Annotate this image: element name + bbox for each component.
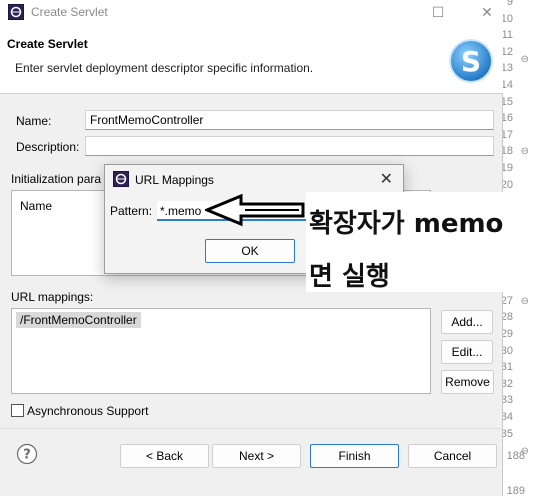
eclipse-app-icon <box>8 4 24 20</box>
wizard-description: Enter servlet deployment descriptor spec… <box>15 61 314 75</box>
name-field[interactable]: FrontMemoController <box>85 110 494 130</box>
line-number: 11 <box>503 29 513 42</box>
list-item[interactable]: /FrontMemoController <box>16 312 141 328</box>
edit-button[interactable]: Edit... <box>441 340 493 364</box>
line-number: 9 <box>506 0 513 8</box>
line-number: 28 <box>503 311 513 324</box>
eclipse-app-icon <box>113 171 129 187</box>
line-number: 20 <box>503 178 513 191</box>
back-button[interactable]: < Back <box>120 444 209 468</box>
line-number: 35 <box>503 427 513 440</box>
next-button[interactable]: Next > <box>212 444 301 468</box>
line-number: 17 <box>503 128 513 141</box>
line-number: 18 <box>503 145 513 158</box>
arrow-left-icon <box>205 193 305 227</box>
line-number: 10 <box>503 12 513 25</box>
line-number: 14 <box>503 79 513 91</box>
wizard-header: Create Servlet Enter servlet deployment … <box>0 24 503 94</box>
line-number: 31 <box>503 361 513 374</box>
line-number: 29 <box>503 328 513 340</box>
servlet-logo-icon: S <box>449 39 493 83</box>
line-number: 34 <box>503 411 513 423</box>
async-support-checkbox[interactable] <box>11 404 24 417</box>
title-bar: Create Servlet ☐ ✕ <box>0 0 503 24</box>
annotation-line-2: 면 실행 <box>309 262 390 292</box>
init-params-label: Initialization para <box>11 172 102 186</box>
add-button[interactable]: Add... <box>441 310 493 334</box>
finish-button[interactable]: Finish <box>310 444 399 468</box>
annotation-line-1: 확장자가 memo <box>309 209 504 239</box>
cancel-button[interactable]: Cancel <box>408 444 497 468</box>
svg-text:?: ? <box>23 448 31 463</box>
maximize-button[interactable]: ☐ <box>423 2 453 22</box>
line-number: 30 <box>503 344 513 357</box>
fold-icon[interactable]: ⊖ <box>521 146 529 157</box>
dialog-title: URL Mappings <box>135 173 214 187</box>
pattern-label: Pattern: <box>110 204 153 218</box>
fold-icon[interactable]: ⊖ <box>521 296 529 307</box>
dialog-close-icon[interactable]: ✕ <box>380 169 393 189</box>
line-number: 189 <box>506 485 525 496</box>
async-support-label: Asynchronous Support <box>27 404 149 418</box>
wizard-title: Create Servlet <box>7 37 88 51</box>
description-field[interactable] <box>85 136 494 156</box>
url-mappings-list[interactable]: /FrontMemoController <box>11 308 431 394</box>
window-title: Create Servlet <box>31 5 108 19</box>
line-number: 188 <box>506 450 525 462</box>
line-number: 12 <box>503 45 513 58</box>
svg-text:S: S <box>461 45 481 78</box>
fold-icon[interactable]: ⊖ <box>521 54 529 65</box>
line-number: 33 <box>503 394 513 407</box>
description-label: Description: <box>16 140 80 154</box>
line-number: 13 <box>503 62 513 75</box>
remove-button[interactable]: Remove <box>441 370 494 394</box>
ok-button[interactable]: OK <box>205 239 295 263</box>
name-label: Name: <box>16 114 52 128</box>
line-number: 19 <box>503 162 513 174</box>
line-number: 32 <box>503 377 513 390</box>
url-mappings-label: URL mappings: <box>11 290 94 304</box>
line-number: 16 <box>503 112 513 125</box>
help-icon[interactable]: ? <box>16 443 38 465</box>
line-number: 15 <box>503 95 513 108</box>
footer-divider <box>0 428 503 429</box>
close-window-button[interactable]: ✕ <box>472 2 502 22</box>
init-params-name-column: Name <box>20 199 53 213</box>
line-number: 27 <box>503 294 513 307</box>
